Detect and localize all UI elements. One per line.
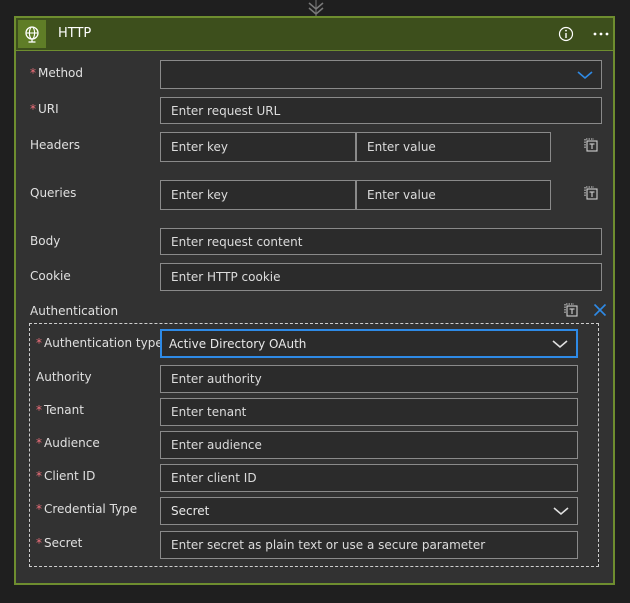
chevron-down-icon (577, 70, 593, 79)
queries-key-input[interactable]: Enter key (160, 180, 356, 210)
headers-switch-mode-icon[interactable] (582, 136, 600, 154)
authentication-type-select[interactable]: Active Directory OAuth (160, 329, 578, 358)
uri-label: * URI (30, 102, 59, 116)
required-asterisk: * (36, 502, 42, 516)
more-icon[interactable] (590, 25, 612, 43)
tenant-input[interactable]: Enter tenant (160, 398, 578, 426)
required-asterisk: * (36, 469, 42, 483)
required-asterisk: * (36, 536, 42, 550)
method-label: * Method (30, 66, 84, 80)
close-icon[interactable] (591, 301, 609, 319)
client-id-label: * Client ID (36, 469, 96, 483)
flow-connector-icon (308, 0, 324, 16)
globe-icon (18, 20, 46, 48)
required-asterisk: * (36, 403, 42, 417)
body-label: Body (30, 234, 61, 248)
tenant-label: * Tenant (36, 403, 84, 417)
audience-input[interactable]: Enter audience (160, 431, 578, 459)
secret-label: * Secret (36, 536, 83, 550)
authentication-label: Authentication (30, 304, 119, 318)
secret-input[interactable]: Enter secret as plain text or use a secu… (160, 531, 578, 559)
required-asterisk: * (30, 66, 36, 80)
method-select[interactable] (160, 60, 602, 89)
queries-label: Queries (30, 186, 77, 200)
cookie-label: Cookie (30, 269, 71, 283)
chevron-down-icon (553, 507, 569, 516)
card-title: HTTP (58, 26, 92, 41)
headers-value-input[interactable]: Enter value (356, 132, 551, 162)
audience-label: * Audience (36, 436, 100, 450)
credential-type-label: * Credential Type (36, 502, 138, 516)
body-input[interactable]: Enter request content (160, 228, 602, 255)
credential-type-select[interactable]: Secret (160, 497, 578, 525)
authority-input[interactable]: Enter authority (160, 365, 578, 393)
client-id-input[interactable]: Enter client ID (160, 464, 578, 492)
authority-label: Authority (36, 370, 92, 384)
cookie-input[interactable]: Enter HTTP cookie (160, 263, 602, 291)
authentication-switch-mode-icon[interactable] (562, 301, 580, 319)
http-action-card: HTTP * Method * URI Enter request URL Head… (14, 16, 615, 585)
required-asterisk: * (30, 102, 36, 116)
chevron-down-icon (552, 339, 568, 348)
queries-switch-mode-icon[interactable] (582, 184, 600, 202)
required-asterisk: * (36, 336, 42, 350)
uri-input[interactable]: Enter request URL (160, 97, 602, 124)
headers-label: Headers (30, 138, 80, 152)
authentication-type-label: * Authentication type (36, 336, 163, 350)
info-icon[interactable] (557, 25, 575, 43)
card-header[interactable]: HTTP (16, 18, 613, 51)
required-asterisk: * (36, 436, 42, 450)
queries-value-input[interactable]: Enter value (356, 180, 551, 210)
headers-key-input[interactable]: Enter key (160, 132, 356, 162)
